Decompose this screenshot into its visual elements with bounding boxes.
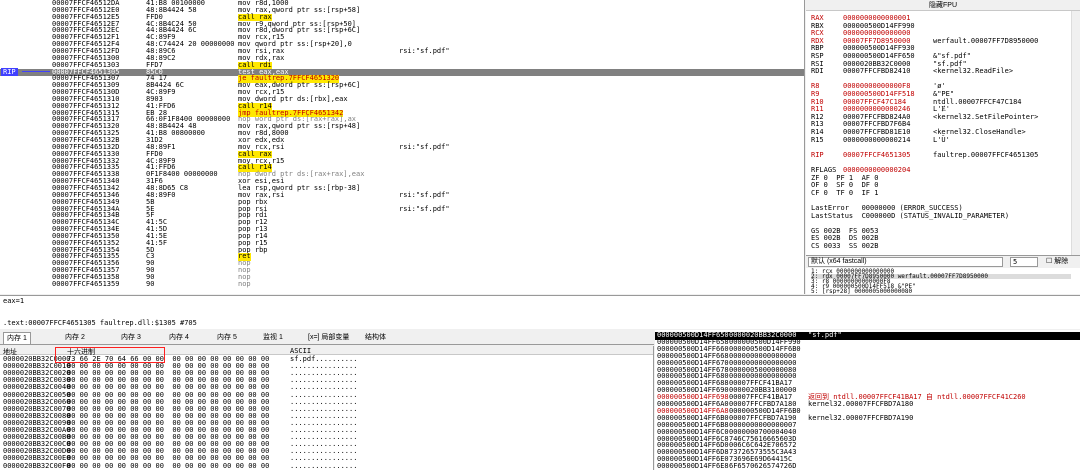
register-row[interactable]: LastStatus C000000D (STATUS_INVALID_PARA… [811, 211, 1080, 221]
register-comment: L'Ɇ' [933, 105, 950, 114]
register-value: 0000000000000214 [843, 135, 911, 144]
register-row[interactable]: RDI 00007FFCFBD82410 <kernel32.ReadFile> [811, 67, 1014, 76]
register-comment: <kernel32.ReadFile> [933, 67, 1014, 76]
tab-6[interactable]: 监视 1 [260, 332, 286, 344]
dump-address: 0000020BB32C00F0 [3, 461, 71, 470]
info-location: .text:00007FFCF4651305 faultrep.dll:$130… [3, 319, 197, 327]
disasm-instruction: nop [238, 279, 251, 288]
stack-value: 6F6570626574726D [729, 462, 797, 470]
register-name: LastStatus C000000D (STATUS_INVALID_PARA… [811, 211, 1010, 220]
register-comment: L'Ȕ' [933, 135, 950, 144]
call-convention-panel: 默认 (x64 fastcall) 5 ☐ 解除 1: rcx 00000000… [806, 256, 1080, 294]
register-row[interactable]: CS 0033 SS 002B [811, 242, 972, 251]
register-name: RIP [811, 150, 824, 159]
unlock-checkbox[interactable]: ☐ 解除 [1046, 257, 1068, 267]
register-row[interactable]: CF 0 TF 0 IF 1 [811, 188, 972, 198]
disasm-bytes: 90 [146, 279, 155, 288]
stack-view[interactable]: 000000500D14FF650 0000020BB32C0000 "sf.pdf… [655, 330, 1080, 470]
registers-scrollbar[interactable] [1071, 11, 1080, 255]
tab-3[interactable]: 内存 3 [118, 332, 144, 344]
unlock-label: 解除 [1054, 258, 1069, 265]
stack-address: 000000500D14FF6E8 [657, 462, 729, 470]
tab-7[interactable]: [x=] 局部变量 [305, 332, 352, 344]
info-panel: eax=1 .text:00007FFCF4651305 faultrep.dl… [0, 295, 1080, 329]
disasm-row[interactable]: 00007FFCF4651359 90 nop [0, 279, 804, 289]
registers-panel: 隐藏FPU RAX 0000000000000001 RBX 000000500D14… [806, 0, 1080, 256]
disasm-address: 00007FFCF4651359 [52, 279, 120, 288]
highlight-box [55, 347, 165, 363]
register-comment: faultrep.00007FFCF4651305 [933, 150, 1039, 159]
register-comment: <kernel32.SetFilePointer> [933, 112, 1039, 121]
tab-5[interactable]: 内存 5 [214, 332, 240, 344]
hide-fpu-button[interactable]: 隐藏FPU [806, 0, 1080, 11]
call-convention-dropdown[interactable]: 默认 (x64 fastcall) [808, 257, 1003, 267]
register-row[interactable]: R15 0000000000000214 L'Ȕ' [811, 135, 950, 145]
tab-4[interactable]: 内存 4 [166, 332, 192, 344]
dump-header-ascii: ASCII [290, 347, 312, 355]
memory-dump-view[interactable]: 地址 十六进制 ASCII 0000020BB32C0000 73 66 2E 7… [0, 346, 654, 470]
register-comment: &"PE" [933, 90, 955, 98]
register-comment: &"sf.pdf" [933, 52, 971, 60]
disassembly-view[interactable]: 00007FFCF46512DA 41:B8 00100000 mov r8d,10… [0, 0, 805, 294]
register-value: 00007FFCF4651305 [843, 150, 911, 159]
register-row[interactable]: RIP 00007FFCF4651305 faultrep.00007FFCF465… [811, 150, 1039, 160]
info-expression: eax=1 [3, 297, 25, 305]
rip-marker: RIP [1, 68, 18, 76]
register-name: CS 0033 SS 002B [811, 242, 879, 250]
register-name: RDI [811, 67, 824, 76]
call-arg-row[interactable]: 5: [rsp+28] 0000005000000080 [811, 289, 912, 295]
register-comment: werfault.00007FF7D8950000 [933, 36, 1039, 45]
rip-arrow [22, 71, 50, 72]
dump-tab-bar: 内存 1 内存 2 内存 3 内存 4 内存 5 监视 1 [x=] 局部变量 结构体 [0, 330, 654, 345]
register-name: CF 0 TF 0 IF 1 [811, 188, 879, 197]
stack-row[interactable]: 000000500D14FF6E8 6F6570626574726D [655, 462, 1080, 470]
arg-count-spinner[interactable]: 5 [1010, 257, 1038, 267]
register-comment: <kernel32.CloseHandle> [933, 128, 1026, 136]
register-name: R15 [811, 135, 824, 144]
dump-ascii: ................ [290, 461, 358, 470]
dump-hex: 00 00 00 00 00 00 00 00 00 00 00 00 00 0… [67, 461, 270, 470]
tab-2[interactable]: 内存 2 [62, 332, 88, 344]
tab-1[interactable]: 内存 1 [3, 332, 31, 344]
tab-8[interactable]: 结构体 [362, 332, 389, 344]
register-value: 00007FFCFBD82410 [843, 67, 911, 76]
